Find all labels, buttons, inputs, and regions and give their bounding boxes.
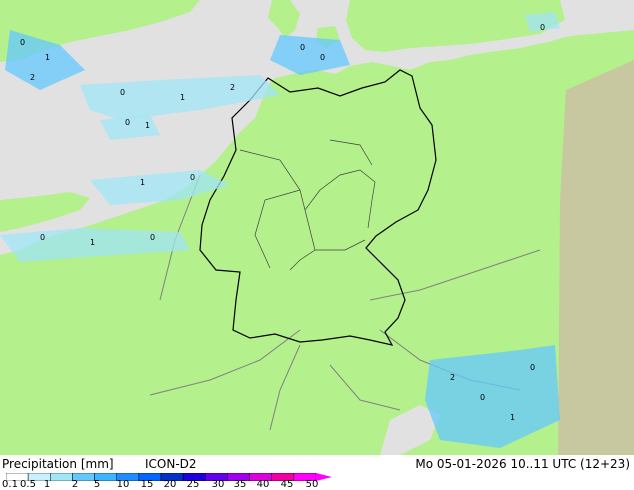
colorbar-tick-label: 10 (116, 479, 130, 490)
precip-label: 1 (140, 178, 145, 187)
colorbar-tick-label: 1 (43, 479, 51, 490)
colorbar-tick-label: 25 (186, 479, 200, 490)
colorbar-tick-label: 5 (93, 479, 101, 490)
colorbar-tick-label: 0.1 (2, 479, 18, 490)
colorbar-tick-label: 15 (140, 479, 154, 490)
precip-label: 0 (190, 173, 195, 182)
precip-label: 2 (230, 83, 235, 92)
precip-label: 1 (145, 121, 150, 130)
colorbar-tick-label: 50 (305, 479, 319, 490)
precip-label: 0 (125, 118, 130, 127)
outside-domain (558, 60, 634, 455)
precip-label: 0 (320, 53, 325, 62)
precip-label: 1 (510, 413, 515, 422)
valid-time: Mo 05-01-2026 10..11 UTC (12+23) (415, 457, 630, 471)
precip-label: 1 (90, 238, 95, 247)
colorbar-tick-label: 40 (256, 479, 270, 490)
precip-label: 1 (45, 53, 50, 62)
colorbar-tick-label: 20 (163, 479, 177, 490)
map-canvas: 0 1 2 0 1 2 0 1 0 0 1 0 0 1 0 2 0 1 0 0 (0, 0, 634, 455)
precip-label: 0 (530, 363, 535, 372)
colorbar-tick-label: 2 (71, 479, 79, 490)
precipitation-map: 0 1 2 0 1 2 0 1 0 0 1 0 0 1 0 2 0 1 0 0 (0, 0, 634, 455)
colorbar-tick-label: 45 (280, 479, 294, 490)
colorbar-tick-label: 0.5 (20, 479, 36, 490)
colorbar-tick-label: 30 (211, 479, 225, 490)
legend-footer: Precipitation [mm] ICON-D2 Mo 05-01-2026… (0, 455, 634, 490)
precip-label: 2 (30, 73, 35, 82)
precip-label: 0 (20, 38, 25, 47)
precip-label: 0 (120, 88, 125, 97)
precip-label: 0 (40, 233, 45, 242)
precip-label: 1 (180, 93, 185, 102)
model-name: ICON-D2 (145, 457, 197, 471)
colorbar-segment (50, 473, 73, 481)
colorbar-arrow (316, 473, 332, 481)
precip-label: 0 (540, 23, 545, 32)
precip-label: 0 (480, 393, 485, 402)
colorbar-tick-label: 35 (233, 479, 247, 490)
precip-label: 0 (150, 233, 155, 242)
precip-label: 0 (300, 43, 305, 52)
precip-label: 2 (450, 373, 455, 382)
map-title: Precipitation [mm] (2, 457, 114, 471)
